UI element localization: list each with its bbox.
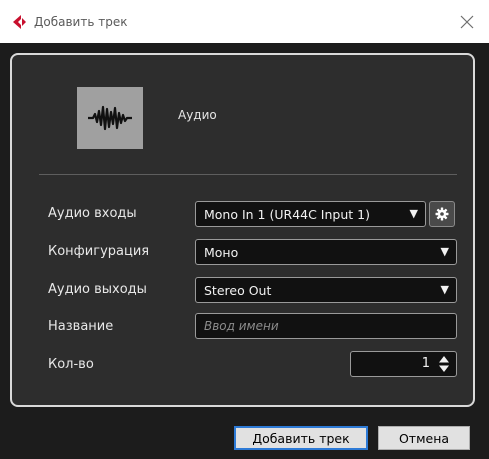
configuration-value: Моно [204, 244, 239, 260]
audio-outputs-value: Stereo Out [204, 282, 272, 298]
close-icon [460, 15, 474, 29]
close-button[interactable] [455, 10, 479, 34]
audio-waveform-icon [88, 105, 132, 131]
cancel-button[interactable]: Отмена [378, 426, 470, 450]
stepper-arrows-icon[interactable] [438, 355, 450, 373]
window-title: Добавить трек [34, 15, 128, 29]
gear-icon [435, 207, 449, 221]
chevron-down-icon: ▼ [440, 283, 449, 296]
configuration-label: Конфигурация [48, 244, 150, 259]
divider [39, 174, 457, 175]
audio-inputs-label: Аудио входы [48, 206, 137, 221]
audio-outputs-select[interactable]: Stereo Out ▼ [195, 277, 457, 303]
chevron-down-icon: ▼ [409, 207, 418, 220]
count-value: 1 [421, 356, 430, 371]
track-name-input[interactable] [195, 313, 457, 339]
track-name-label: Название [48, 319, 114, 334]
title-bar: Добавить трек [0, 0, 489, 43]
track-type-label: Аудио [178, 108, 217, 122]
track-settings-panel: Аудио Аудио входы Mono In 1 (UR44C Input… [10, 53, 475, 407]
audio-track-type-button[interactable] [77, 87, 143, 149]
cubase-logo-icon [13, 15, 26, 29]
dialog-body: Аудио Аудио входы Mono In 1 (UR44C Input… [0, 43, 489, 459]
configuration-select[interactable]: Моно ▼ [195, 239, 457, 265]
audio-inputs-value: Mono In 1 (UR44C Input 1) [204, 206, 370, 222]
audio-outputs-label: Аудио выходы [48, 282, 147, 297]
count-stepper[interactable]: 1 [350, 351, 457, 377]
add-track-button[interactable]: Добавить трек [234, 426, 368, 450]
input-settings-button[interactable] [429, 201, 455, 227]
count-label: Кол-во [48, 357, 94, 372]
chevron-down-icon: ▼ [440, 245, 449, 258]
audio-inputs-select[interactable]: Mono In 1 (UR44C Input 1) ▼ [195, 201, 426, 227]
